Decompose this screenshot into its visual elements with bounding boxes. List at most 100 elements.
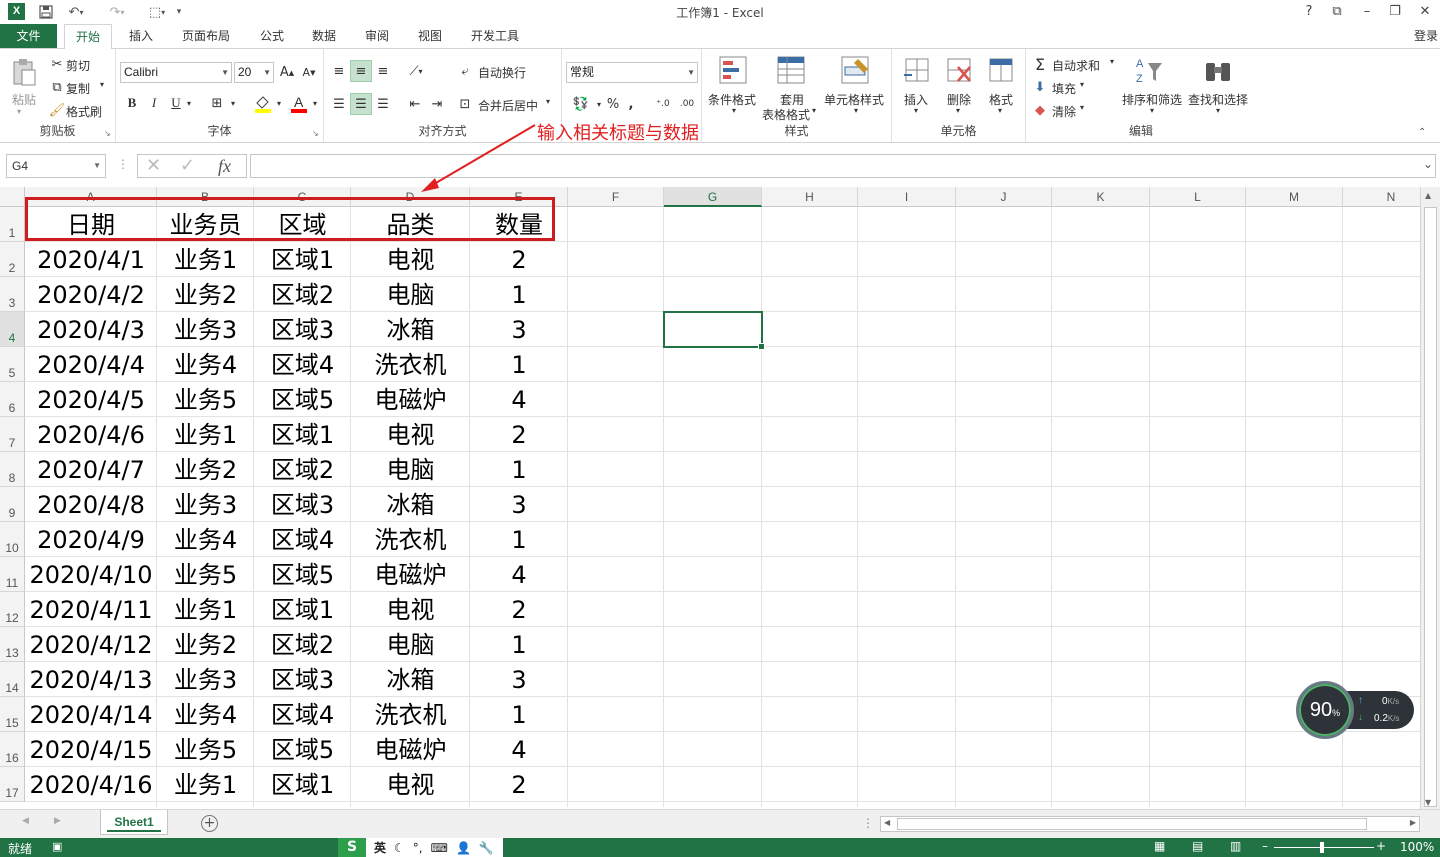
- insert-function-button[interactable]: fx: [218, 155, 231, 177]
- font-launcher-icon[interactable]: ↘: [312, 129, 319, 138]
- ime-language[interactable]: 英: [374, 839, 386, 856]
- data-cell[interactable]: 2020/4/2: [25, 278, 157, 313]
- data-cell[interactable]: 业务1: [157, 593, 254, 628]
- increase-decimal-icon[interactable]: ⁺.0: [652, 93, 674, 115]
- zoom-out-icon[interactable]: –: [1262, 839, 1268, 853]
- row-header-8[interactable]: 8: [0, 452, 25, 487]
- data-cell[interactable]: 业务2: [157, 453, 254, 488]
- column-header-i[interactable]: I: [858, 187, 956, 207]
- normal-view-icon[interactable]: ▦: [1154, 839, 1165, 853]
- decrease-decimal-icon[interactable]: .00: [676, 93, 698, 115]
- login-link[interactable]: 登录: [1414, 27, 1438, 44]
- data-cell[interactable]: 电磁炉: [351, 383, 470, 418]
- data-cell[interactable]: 业务1: [157, 243, 254, 278]
- data-cell[interactable]: 电磁炉: [351, 733, 470, 768]
- align-right-icon[interactable]: ☰: [372, 93, 394, 115]
- data-cell[interactable]: 业务2: [157, 628, 254, 663]
- align-top-icon[interactable]: ≡: [328, 60, 350, 82]
- row-header-6[interactable]: 6: [0, 382, 25, 417]
- data-cell[interactable]: 1: [470, 278, 568, 313]
- sort-filter-icon[interactable]: AZ: [1134, 55, 1166, 87]
- copy-button[interactable]: 复制: [66, 80, 90, 97]
- copy-dropdown-icon[interactable]: ▾: [100, 80, 104, 89]
- merge-dropdown-icon[interactable]: ▾: [546, 97, 550, 106]
- data-cell[interactable]: 2020/4/1: [25, 243, 157, 278]
- format-as-table-icon[interactable]: [776, 55, 808, 87]
- scroll-up-icon[interactable]: ▲: [1425, 191, 1431, 200]
- row-header-7[interactable]: 7: [0, 417, 25, 452]
- data-cell[interactable]: 洗衣机: [351, 698, 470, 733]
- ribbon-display-options-icon[interactable]: ⧉: [1324, 2, 1350, 22]
- insert-cells-icon[interactable]: [902, 55, 934, 87]
- data-cell[interactable]: 电脑: [351, 453, 470, 488]
- bold-button[interactable]: B: [124, 92, 140, 114]
- tab-file[interactable]: 文件: [0, 24, 57, 48]
- row-header-5[interactable]: 5: [0, 347, 25, 382]
- tab-insert[interactable]: 插入: [120, 24, 162, 48]
- sheet-tab-sheet1[interactable]: Sheet1: [100, 810, 168, 835]
- currency-dropdown-icon[interactable]: ▾: [594, 93, 604, 115]
- vertical-scrollbar[interactable]: ▲ ▼: [1420, 187, 1440, 809]
- delete-cells-dropdown-icon[interactable]: ▾: [956, 106, 960, 115]
- binoculars-icon[interactable]: [1202, 55, 1234, 87]
- format-as-table-button[interactable]: 表格格式: [762, 106, 810, 123]
- data-cell[interactable]: 4: [470, 733, 568, 768]
- tab-home[interactable]: 开始: [64, 24, 112, 49]
- border-dropdown-icon[interactable]: ▾: [228, 92, 238, 114]
- data-cell[interactable]: 区域2: [254, 628, 351, 663]
- column-header-j[interactable]: J: [956, 187, 1052, 207]
- fill-color-icon[interactable]: [252, 92, 274, 114]
- data-cell[interactable]: 2020/4/5: [25, 383, 157, 418]
- data-cell[interactable]: 冰箱: [351, 663, 470, 698]
- data-cell[interactable]: 3: [470, 663, 568, 698]
- data-cell[interactable]: 区域5: [254, 733, 351, 768]
- worksheet-grid[interactable]: ABCDEFGHIJKLMN 1 2 3 4 5 6 7 8 9 10 11 12 13 14 15 16 17…: [0, 187, 1420, 807]
- zoom-slider[interactable]: [1274, 847, 1374, 848]
- data-cell[interactable]: 区域4: [254, 698, 351, 733]
- page-layout-view-icon[interactable]: ▤: [1192, 839, 1203, 853]
- font-family-select[interactable]: Calibri ▼: [120, 62, 232, 83]
- data-cell[interactable]: 2020/4/11: [25, 593, 157, 628]
- currency-icon[interactable]: 💱: [568, 93, 594, 115]
- data-cell[interactable]: 区域4: [254, 523, 351, 558]
- data-cell[interactable]: 业务3: [157, 313, 254, 348]
- data-cell[interactable]: 区域2: [254, 278, 351, 313]
- align-left-icon[interactable]: ☰: [328, 93, 350, 115]
- data-cell[interactable]: 洗衣机: [351, 348, 470, 383]
- paste-dropdown-icon[interactable]: ▾: [17, 107, 21, 116]
- vertical-scroll-thumb[interactable]: [1424, 207, 1437, 807]
- close-icon[interactable]: ✕: [1412, 2, 1438, 22]
- data-cell[interactable]: 2: [470, 243, 568, 278]
- data-cell[interactable]: 4: [470, 558, 568, 593]
- data-cell[interactable]: 区域1: [254, 593, 351, 628]
- paste-button[interactable]: 粘贴: [12, 91, 36, 108]
- increase-indent-icon[interactable]: ⇥: [426, 93, 448, 115]
- cell-styles-icon[interactable]: [840, 55, 872, 87]
- row-header-2[interactable]: 2: [0, 242, 25, 277]
- data-cell[interactable]: 2020/4/9: [25, 523, 157, 558]
- row-header-15[interactable]: 15: [0, 697, 25, 732]
- data-cell[interactable]: 业务4: [157, 348, 254, 383]
- data-cell[interactable]: 1: [470, 698, 568, 733]
- clipboard-launcher-icon[interactable]: ↘: [104, 129, 111, 138]
- formula-bar-splitter-icon[interactable]: ⋮: [117, 157, 129, 171]
- horizontal-scrollbar[interactable]: ◀ ▶: [880, 816, 1420, 832]
- column-header-h[interactable]: H: [762, 187, 858, 207]
- user-icon[interactable]: 👤: [456, 841, 471, 855]
- sort-filter-dropdown-icon[interactable]: ▾: [1150, 106, 1154, 115]
- data-cell[interactable]: 2020/4/7: [25, 453, 157, 488]
- align-middle-icon[interactable]: ≡: [350, 60, 372, 82]
- moon-icon[interactable]: ☾: [394, 841, 405, 855]
- data-cell[interactable]: 冰箱: [351, 488, 470, 523]
- comma-button[interactable]: ,: [624, 93, 638, 115]
- data-cell[interactable]: 业务5: [157, 558, 254, 593]
- select-all-corner[interactable]: [0, 187, 25, 207]
- punctuation-icon[interactable]: °,: [413, 841, 423, 855]
- tab-developer[interactable]: 开发工具: [464, 24, 526, 48]
- data-cell[interactable]: 2020/4/10: [25, 558, 157, 593]
- data-cell[interactable]: 电视: [351, 243, 470, 278]
- data-cell[interactable]: 业务1: [157, 768, 254, 803]
- active-cell[interactable]: [663, 311, 765, 350]
- data-cell[interactable]: 2020/4/12: [25, 628, 157, 663]
- data-cell[interactable]: 区域3: [254, 313, 351, 348]
